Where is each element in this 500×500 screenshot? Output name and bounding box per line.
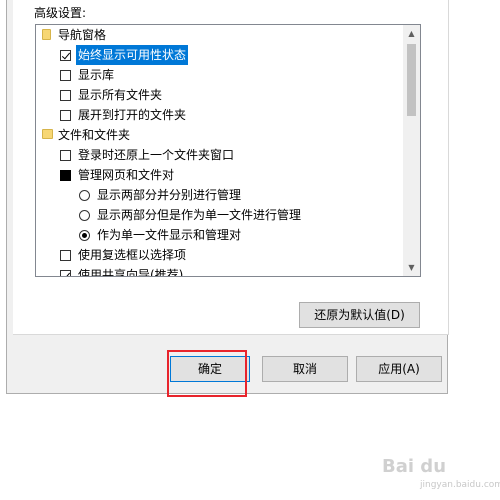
checkbox-indeterminate[interactable] bbox=[60, 170, 71, 181]
advanced-settings-list: 导航窗格 始终显示可用性状态 显示库 显示所有文件夹 展开到打开的文件夹 文件和… bbox=[36, 25, 403, 276]
folder-icon bbox=[42, 129, 53, 139]
checkbox-checked[interactable] bbox=[60, 270, 71, 276]
annotation-highlight-box bbox=[167, 350, 247, 397]
baidu-watermark: Bai du bbox=[382, 456, 447, 477]
restore-defaults-button[interactable]: 还原为默认值(D) bbox=[299, 302, 420, 328]
radio-button-selected[interactable] bbox=[79, 230, 90, 241]
scroll-thumb[interactable] bbox=[407, 44, 416, 116]
checkbox[interactable] bbox=[60, 250, 71, 261]
checkbox[interactable] bbox=[60, 90, 71, 101]
folder-icon bbox=[42, 29, 51, 40]
scroll-down-icon[interactable]: ▼ bbox=[403, 259, 420, 276]
checkbox[interactable] bbox=[60, 70, 71, 81]
checkbox[interactable] bbox=[60, 150, 71, 161]
advanced-settings-label: 高级设置: bbox=[34, 6, 87, 20]
scroll-up-icon[interactable]: ▲ bbox=[403, 25, 420, 42]
vertical-scrollbar[interactable]: ▲ ▼ bbox=[403, 25, 420, 276]
apply-button[interactable]: 应用(A) bbox=[356, 356, 442, 382]
cancel-button[interactable]: 取消 bbox=[262, 356, 348, 382]
radio-button[interactable] bbox=[79, 210, 90, 221]
baidu-watermark-url: jingyan.baidu.com bbox=[420, 480, 500, 490]
radio-button[interactable] bbox=[79, 190, 90, 201]
checkbox-checked[interactable] bbox=[60, 50, 71, 61]
advanced-settings-tree[interactable]: 导航窗格 始终显示可用性状态 显示库 显示所有文件夹 展开到打开的文件夹 文件和… bbox=[35, 24, 421, 277]
checkbox[interactable] bbox=[60, 110, 71, 121]
